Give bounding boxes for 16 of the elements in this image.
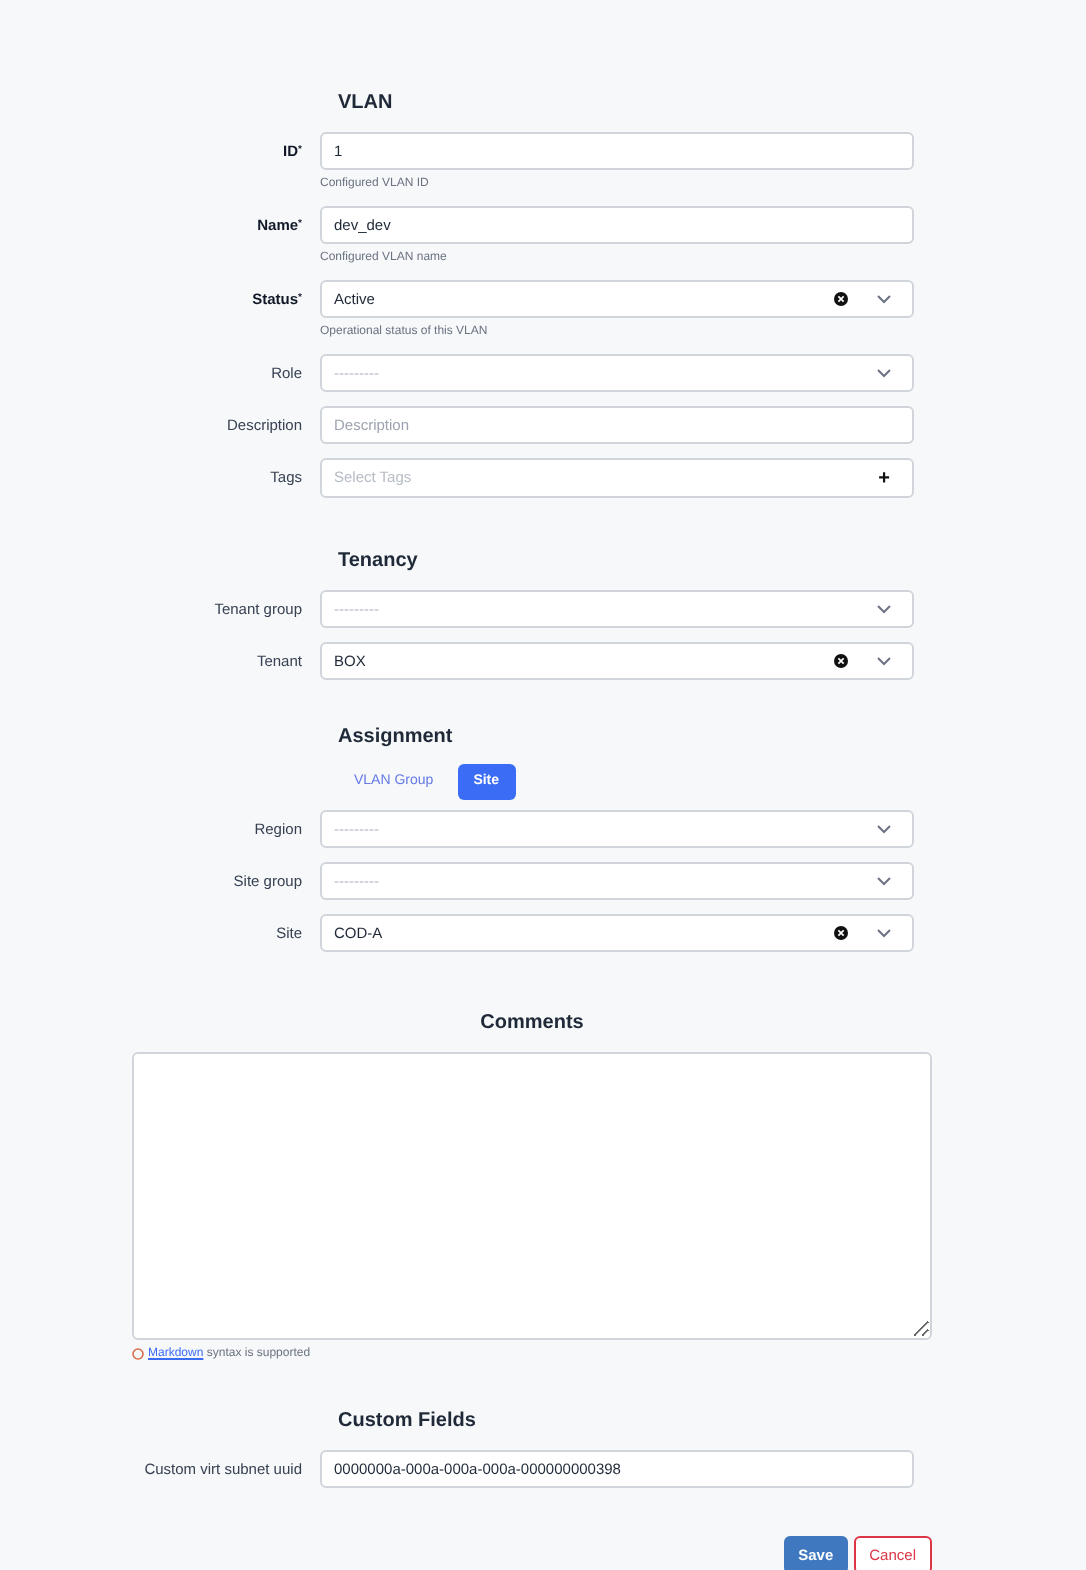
chevron-down-icon (876, 368, 892, 378)
clear-icon[interactable] (834, 292, 848, 306)
chevron-down-icon (876, 294, 892, 304)
section-heading: Custom Fields (338, 1408, 478, 1436)
chevron-down-icon (876, 604, 892, 614)
chevron-down-icon (876, 824, 892, 834)
chevron-down-icon (876, 876, 892, 886)
chevron-down-icon (876, 928, 892, 938)
section-heading: Tenancy (338, 548, 420, 576)
clear-icon[interactable] (834, 926, 848, 940)
info-icon (132, 1348, 144, 1360)
chevron-down-icon (876, 656, 892, 666)
section-heading: Comments (478, 1010, 586, 1038)
section-heading: VLAN (338, 90, 395, 118)
section-heading: Assignment (338, 724, 455, 752)
clear-icon[interactable] (834, 654, 848, 668)
